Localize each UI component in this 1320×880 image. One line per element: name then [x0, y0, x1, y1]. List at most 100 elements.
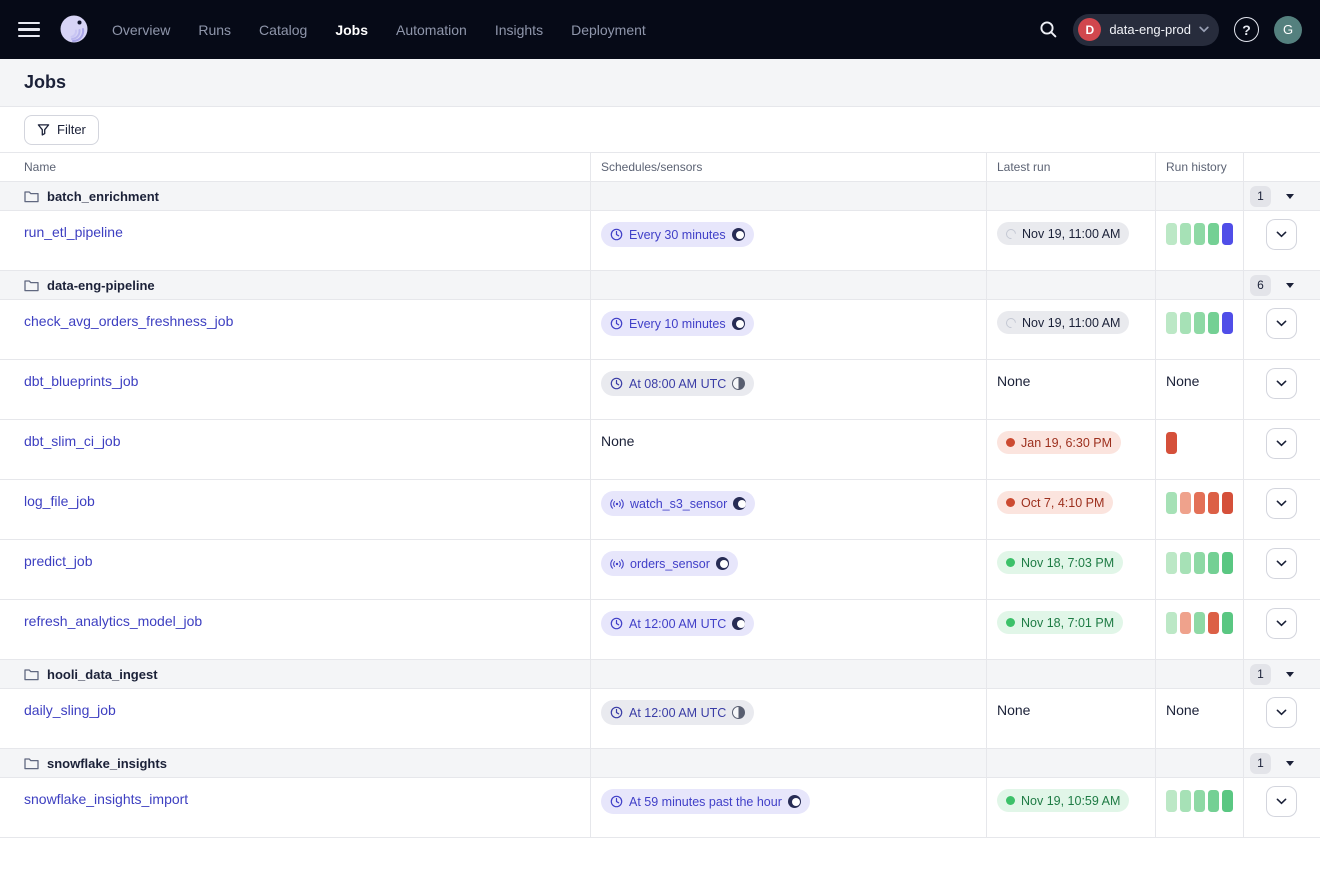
job-row: dbt_blueprints_job At 08:00 AM UTC None … [0, 360, 1320, 420]
toggle-icon[interactable] [733, 497, 746, 510]
run-history-bar[interactable] [1194, 223, 1205, 245]
run-history-bar[interactable] [1166, 432, 1177, 454]
run-history-bar[interactable] [1166, 492, 1177, 514]
run-history-bar[interactable] [1208, 492, 1219, 514]
chevron-down-icon [1276, 620, 1287, 627]
run-history-bar[interactable] [1208, 790, 1219, 812]
job-actions-dropdown-button[interactable] [1266, 548, 1297, 579]
avatar[interactable]: G [1274, 16, 1302, 44]
trigger-chip[interactable]: At 08:00 AM UTC [601, 371, 754, 396]
trigger-chip[interactable]: orders_sensor [601, 551, 738, 576]
trigger-chip[interactable]: At 12:00 AM UTC [601, 611, 754, 636]
run-history-bar[interactable] [1180, 492, 1191, 514]
run-history-bar[interactable] [1208, 312, 1219, 334]
run-history-bar[interactable] [1194, 790, 1205, 812]
search-icon[interactable] [1039, 20, 1058, 39]
collapse-caret-icon[interactable] [1286, 194, 1294, 199]
latest-run-chip[interactable]: Jan 19, 6:30 PM [997, 431, 1121, 454]
deployment-switcher[interactable]: D data-eng-prod [1073, 14, 1219, 46]
run-history-bar[interactable] [1208, 612, 1219, 634]
toggle-icon[interactable] [788, 795, 801, 808]
header-schedules: Schedules/sensors [590, 160, 986, 174]
job-name-link[interactable]: predict_job [24, 553, 93, 569]
hamburger-menu-icon[interactable] [18, 22, 40, 37]
job-actions-dropdown-button[interactable] [1266, 308, 1297, 339]
job-name-link[interactable]: log_file_job [24, 493, 95, 509]
job-actions-dropdown-button[interactable] [1266, 428, 1297, 459]
job-name-link[interactable]: dbt_blueprints_job [24, 373, 138, 389]
group-row[interactable]: batch_enrichment 1 [0, 182, 1320, 211]
group-row[interactable]: snowflake_insights 1 [0, 749, 1320, 778]
run-history-bar[interactable] [1166, 552, 1177, 574]
run-history-bar[interactable] [1194, 312, 1205, 334]
toggle-icon[interactable] [716, 557, 729, 570]
toggle-icon[interactable] [732, 228, 745, 241]
job-name-link[interactable]: check_avg_orders_freshness_job [24, 313, 233, 329]
run-history-bar[interactable] [1194, 612, 1205, 634]
run-history-bar[interactable] [1180, 312, 1191, 334]
job-actions-dropdown-button[interactable] [1266, 786, 1297, 817]
nav-item-deployment[interactable]: Deployment [571, 22, 646, 38]
nav-item-automation[interactable]: Automation [396, 22, 467, 38]
run-history-bar[interactable] [1166, 223, 1177, 245]
latest-run-chip[interactable]: Nov 19, 10:59 AM [997, 789, 1129, 812]
dagster-logo-icon[interactable] [56, 12, 92, 48]
job-name-link[interactable]: snowflake_insights_import [24, 791, 188, 807]
run-history-bar[interactable] [1222, 223, 1233, 245]
run-history-bar[interactable] [1180, 790, 1191, 812]
job-name-link[interactable]: refresh_analytics_model_job [24, 613, 202, 629]
run-history-bar[interactable] [1208, 552, 1219, 574]
run-history-bar[interactable] [1194, 552, 1205, 574]
nav-item-overview[interactable]: Overview [112, 22, 170, 38]
run-history-bar[interactable] [1166, 612, 1177, 634]
nav-item-jobs[interactable]: Jobs [335, 22, 368, 38]
nav-item-insights[interactable]: Insights [495, 22, 543, 38]
job-name-link[interactable]: run_etl_pipeline [24, 224, 123, 240]
job-actions-dropdown-button[interactable] [1266, 219, 1297, 250]
run-history-bar[interactable] [1222, 312, 1233, 334]
group-row[interactable]: data-eng-pipeline 6 [0, 271, 1320, 300]
latest-run-chip[interactable]: Nov 18, 7:01 PM [997, 611, 1123, 634]
run-history-bar[interactable] [1222, 552, 1233, 574]
trigger-chip[interactable]: At 59 minutes past the hour [601, 789, 810, 814]
latest-run-chip[interactable]: Nov 18, 7:03 PM [997, 551, 1123, 574]
run-history-bar[interactable] [1180, 552, 1191, 574]
latest-run-chip[interactable]: Nov 19, 11:00 AM [997, 311, 1129, 334]
job-name-link[interactable]: dbt_slim_ci_job [24, 433, 121, 449]
run-history-bar[interactable] [1180, 612, 1191, 634]
help-icon[interactable]: ? [1234, 17, 1259, 42]
toggle-icon[interactable] [732, 317, 745, 330]
group-row[interactable]: hooli_data_ingest 1 [0, 660, 1320, 689]
filter-button[interactable]: Filter [24, 115, 99, 145]
toggle-icon[interactable] [732, 617, 745, 630]
run-history-bar[interactable] [1208, 223, 1219, 245]
job-name-link[interactable]: daily_sling_job [24, 702, 116, 718]
trigger-chip[interactable]: Every 30 minutes [601, 222, 754, 247]
collapse-caret-icon[interactable] [1286, 761, 1294, 766]
nav-item-catalog[interactable]: Catalog [259, 22, 307, 38]
trigger-chip[interactable]: At 12:00 AM UTC [601, 700, 754, 725]
run-history-bar[interactable] [1194, 492, 1205, 514]
job-actions-dropdown-button[interactable] [1266, 488, 1297, 519]
run-history-bar[interactable] [1222, 612, 1233, 634]
jobs-table: Name Schedules/sensors Latest run Run hi… [0, 153, 1320, 838]
latest-run-none: None [997, 700, 1030, 718]
toggle-icon[interactable] [732, 377, 745, 390]
collapse-caret-icon[interactable] [1286, 283, 1294, 288]
job-actions-dropdown-button[interactable] [1266, 608, 1297, 639]
sensor-icon [610, 558, 624, 570]
job-actions-dropdown-button[interactable] [1266, 697, 1297, 728]
trigger-chip[interactable]: watch_s3_sensor [601, 491, 755, 516]
run-history-bar[interactable] [1222, 492, 1233, 514]
latest-run-chip[interactable]: Nov 19, 11:00 AM [997, 222, 1129, 245]
latest-run-chip[interactable]: Oct 7, 4:10 PM [997, 491, 1113, 514]
trigger-chip[interactable]: Every 10 minutes [601, 311, 754, 336]
run-history-bar[interactable] [1222, 790, 1233, 812]
collapse-caret-icon[interactable] [1286, 672, 1294, 677]
run-history-bar[interactable] [1180, 223, 1191, 245]
toggle-icon[interactable] [732, 706, 745, 719]
run-history-bar[interactable] [1166, 312, 1177, 334]
job-actions-dropdown-button[interactable] [1266, 368, 1297, 399]
nav-item-runs[interactable]: Runs [198, 22, 231, 38]
run-history-bar[interactable] [1166, 790, 1177, 812]
